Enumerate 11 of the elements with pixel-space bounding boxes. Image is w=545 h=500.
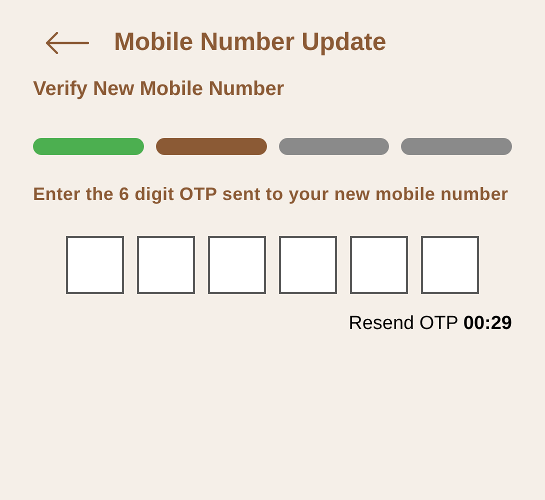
back-arrow-icon xyxy=(45,32,89,54)
otp-digit-field[interactable] xyxy=(421,236,479,294)
otp-digit-field[interactable] xyxy=(350,236,408,294)
section-title: Verify New Mobile Number xyxy=(33,77,286,102)
otp-digit-field[interactable] xyxy=(137,236,195,294)
instruction-text: Enter the 6 digit OTP sent to your new mobile number xyxy=(33,183,510,206)
page-title: Mobile Number Update xyxy=(114,27,386,58)
resend-otp-text[interactable]: Resend OTP 00:29 xyxy=(348,310,512,338)
otp-digit-field[interactable] xyxy=(208,236,266,294)
otp-digit-field[interactable] xyxy=(279,236,337,294)
otp-digit-field[interactable] xyxy=(66,236,124,294)
